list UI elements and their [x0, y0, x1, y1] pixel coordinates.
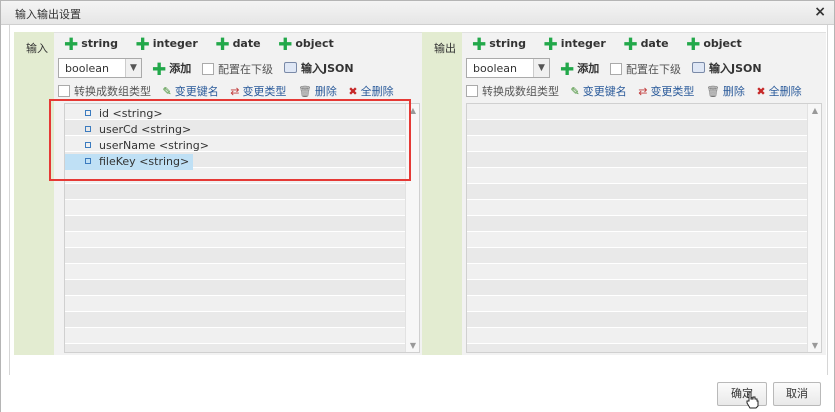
output-side-label: 输出: [422, 32, 462, 355]
trash-icon: 🗑: [705, 85, 720, 98]
plus-icon: ✚: [135, 35, 150, 55]
close-icon: ✖: [348, 85, 358, 98]
add-object-button[interactable]: ✚ object: [278, 35, 334, 55]
input-type-toolbar: ✚ string ✚ integer ✚ date ✚ object: [64, 37, 348, 57]
checkbox-icon: [466, 85, 478, 97]
node-icon: [85, 158, 91, 164]
add-integer-button[interactable]: ✚ integer: [135, 35, 197, 55]
input-type-select[interactable]: boolean ▼: [58, 58, 142, 78]
plus-icon: ✚: [623, 35, 638, 55]
output-delete-button[interactable]: 🗑 删除: [706, 83, 745, 99]
add-string-button[interactable]: ✚ string: [64, 35, 118, 55]
add-integer-button[interactable]: ✚ integer: [543, 35, 605, 55]
input-json-button[interactable]: 输入JSON: [284, 60, 354, 76]
cancel-button[interactable]: 取消: [773, 382, 821, 406]
chevron-down-icon: ▼: [125, 59, 141, 77]
node-icon: [85, 110, 91, 116]
list-item[interactable]: id <string>: [65, 106, 419, 122]
input-field-items: id <string> userCd <string> userName <st…: [65, 106, 419, 170]
plus-icon: ✚: [472, 35, 487, 55]
chevron-down-icon: ▼: [533, 59, 549, 77]
change-type-icon: ⇄: [638, 85, 648, 98]
output-delete-all-button[interactable]: ✖ 全删除: [756, 83, 801, 99]
dialog-footer: 确定 取消: [1, 375, 834, 412]
dialog-title: 输入输出设置: [15, 8, 81, 21]
input-rename-key-button[interactable]: ✎ 变更键名: [163, 83, 219, 99]
output-rename-key-button[interactable]: ✎ 变更键名: [571, 83, 627, 99]
input-action-row: 转换成数组类型 ✎ 变更键名 ⇄ 变更类型 🗑 删除 ✖ 全删除: [58, 83, 402, 101]
trash-icon: 🗑: [297, 85, 312, 98]
input-change-type-button[interactable]: ⇄ 变更类型: [230, 83, 286, 99]
change-type-icon: ⇄: [230, 85, 240, 98]
scroll-up-icon[interactable]: ▲: [808, 106, 821, 115]
plus-icon: ✚: [686, 35, 701, 55]
list-item[interactable]: userName <string>: [65, 138, 419, 154]
pencil-icon: ✎: [570, 85, 580, 98]
output-add-row: boolean ▼ ✚ 添加 配置在下级 输入JSON: [466, 57, 822, 79]
input-field-list[interactable]: id <string> userCd <string> userName <st…: [64, 103, 420, 353]
confirm-button[interactable]: 确定: [717, 382, 767, 406]
pencil-icon: ✎: [162, 85, 172, 98]
input-label: 输入: [26, 42, 48, 55]
input-panel: ✚ string ✚ integer ✚ date ✚ object boolean ▼…: [54, 32, 422, 355]
input-delete-all-button[interactable]: ✖ 全删除: [348, 83, 393, 99]
input-convert-array-checkbox[interactable]: 转换成数组类型: [58, 83, 151, 99]
plus-icon: ✚: [543, 35, 558, 55]
checkbox-icon: [58, 85, 70, 97]
close-icon: ✖: [756, 85, 766, 98]
input-delete-button[interactable]: 🗑 删除: [298, 83, 337, 99]
input-add-row: boolean ▼ ✚ 添加 配置在下级 输入JSON: [58, 57, 418, 79]
node-icon: [85, 142, 91, 148]
plus-icon: ✚: [64, 35, 79, 55]
add-object-button[interactable]: ✚ object: [686, 35, 742, 55]
plus-icon: ✚: [152, 60, 167, 80]
input-add-button[interactable]: ✚ 添加: [152, 60, 191, 80]
input-side-label: 输入: [14, 32, 54, 355]
scroll-up-icon[interactable]: ▲: [406, 106, 419, 115]
scroll-down-icon[interactable]: ▼: [406, 341, 419, 350]
dialog-titlebar: 输入输出设置 ×: [1, 1, 834, 25]
scroll-down-icon[interactable]: ▼: [808, 341, 821, 350]
input-output-settings-dialog: 输入输出设置 × 输入 ✚ string ✚ integer ✚ date ✚ obje…: [0, 0, 835, 412]
input-nested-checkbox[interactable]: 配置在下级: [202, 61, 273, 77]
output-type-toolbar: ✚ string ✚ integer ✚ date ✚ object: [472, 37, 756, 57]
json-icon: [692, 62, 705, 73]
input-list-scrollbar[interactable]: ▲ ▼: [405, 104, 419, 352]
list-stripes: [467, 104, 821, 352]
output-list-scrollbar[interactable]: ▲ ▼: [807, 104, 821, 352]
plus-icon: ✚: [278, 35, 293, 55]
output-nested-checkbox[interactable]: 配置在下级: [610, 61, 681, 77]
json-icon: [284, 62, 297, 73]
output-change-type-button[interactable]: ⇄ 变更类型: [638, 83, 694, 99]
plus-icon: ✚: [560, 60, 575, 80]
plus-icon: ✚: [215, 35, 230, 55]
output-convert-array-checkbox[interactable]: 转换成数组类型: [466, 83, 559, 99]
node-icon: [85, 126, 91, 132]
list-item-selected[interactable]: fileKey <string>: [65, 154, 194, 170]
output-add-button[interactable]: ✚ 添加: [560, 60, 599, 80]
output-type-select[interactable]: boolean ▼: [466, 58, 550, 78]
dialog-body: 输入 ✚ string ✚ integer ✚ date ✚ object boolea…: [9, 25, 828, 375]
close-icon[interactable]: ×: [814, 4, 826, 20]
output-panel: ✚ string ✚ integer ✚ date ✚ object boolean ▼…: [462, 32, 826, 355]
output-field-list[interactable]: ▲ ▼: [466, 103, 822, 353]
checkbox-icon: [610, 63, 622, 75]
output-action-row: 转换成数组类型 ✎ 变更键名 ⇄ 变更类型 🗑 删除 ✖ 全删除: [466, 83, 810, 101]
output-json-button[interactable]: 输入JSON: [692, 60, 762, 76]
checkbox-icon: [202, 63, 214, 75]
add-date-button[interactable]: ✚ date: [623, 35, 668, 55]
list-item[interactable]: userCd <string>: [65, 122, 419, 138]
output-label: 输出: [434, 42, 456, 55]
add-string-button[interactable]: ✚ string: [472, 35, 526, 55]
add-date-button[interactable]: ✚ date: [215, 35, 260, 55]
